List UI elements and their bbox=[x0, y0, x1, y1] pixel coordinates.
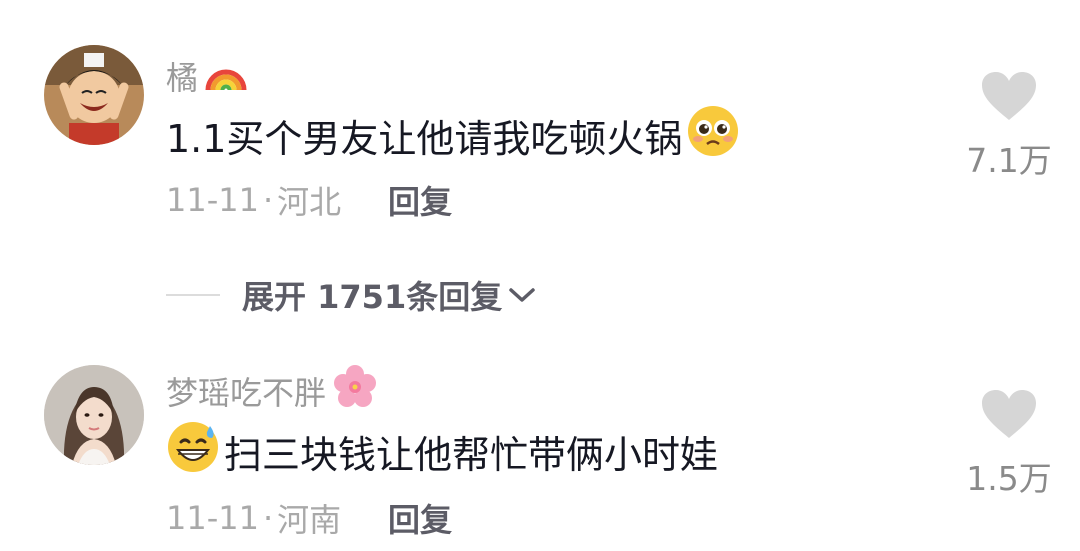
like-button[interactable]: 1.5万 bbox=[964, 388, 1054, 500]
comment-item: 橘 1.1买个男友让他请我吃顿火锅 11-11 · 河北 回复 7.1万 bbox=[0, 0, 1080, 250]
expand-replies-button[interactable]: 展开 1751条回复 bbox=[166, 270, 536, 320]
like-button[interactable]: 7.1万 bbox=[964, 70, 1054, 182]
comment-text-content: 1.1买个男友让他请我吃顿火锅 bbox=[166, 117, 683, 161]
username-text: 梦瑶吃不胖 bbox=[166, 374, 327, 412]
pleading-face-icon bbox=[686, 104, 740, 167]
heart-icon bbox=[980, 70, 1038, 126]
username[interactable]: 梦瑶吃不胖 bbox=[166, 364, 378, 418]
avatar[interactable] bbox=[44, 45, 144, 145]
comment-date: 11-11 bbox=[166, 499, 259, 537]
avatar[interactable] bbox=[44, 365, 144, 465]
cherry-blossom-icon bbox=[332, 364, 378, 418]
grinning-sweat-face-icon bbox=[166, 420, 220, 483]
username-text: 橘 bbox=[166, 59, 199, 97]
meta-separator: · bbox=[262, 499, 274, 537]
comment-text: 扫三块钱让他帮忙带俩小时娃 bbox=[166, 420, 718, 483]
expand-replies-label: 展开 1751条回复 bbox=[242, 278, 503, 316]
comment-meta: 11-11 · 河南 bbox=[166, 495, 341, 541]
comment-text: 1.1买个男友让他请我吃顿火锅 bbox=[166, 104, 740, 167]
comment-text-content: 扫三块钱让他帮忙带俩小时娃 bbox=[224, 433, 719, 477]
comment-item: 梦瑶吃不胖 扫三块钱让他帮忙带俩小时娃 11-11 · 河南 回复 1.5万 bbox=[0, 340, 1080, 551]
reply-button[interactable]: 回复 bbox=[388, 495, 452, 541]
like-count: 1.5万 bbox=[966, 459, 1052, 498]
chevron-down-icon bbox=[508, 285, 536, 305]
heart-icon bbox=[980, 388, 1038, 444]
comment-location: 河南 bbox=[277, 501, 342, 539]
comment-location: 河北 bbox=[277, 183, 342, 221]
like-count: 7.1万 bbox=[966, 141, 1052, 180]
meta-separator: · bbox=[262, 181, 274, 219]
rainbow-icon bbox=[204, 52, 248, 100]
comment-date: 11-11 bbox=[166, 181, 259, 219]
divider-line bbox=[166, 294, 220, 296]
comment-meta: 11-11 · 河北 bbox=[166, 177, 341, 223]
reply-button[interactable]: 回复 bbox=[388, 177, 452, 223]
username[interactable]: 橘 bbox=[166, 52, 248, 100]
